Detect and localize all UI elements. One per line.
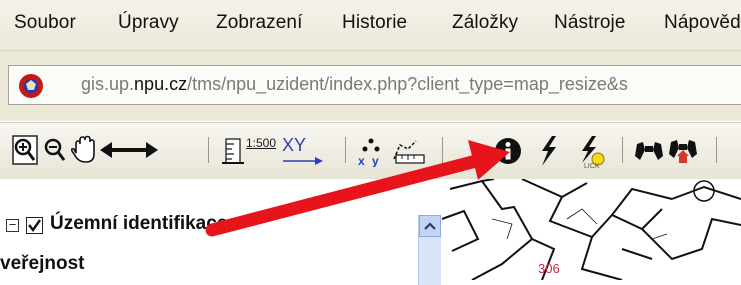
info-icon[interactable] [494, 137, 522, 165]
svg-text:LICK: LICK [584, 163, 600, 169]
scroll-up-button[interactable] [419, 215, 441, 237]
svg-text:y: y [372, 154, 379, 167]
menu-soubor[interactable]: Soubor [14, 12, 76, 34]
map-canvas[interactable]: 306 [442, 179, 741, 280]
menu-napoveda[interactable]: Nápověda [664, 12, 741, 34]
zoom-in-icon[interactable] [12, 135, 38, 165]
tree-collapse-toggle[interactable]: − [6, 218, 19, 232]
url-field[interactable]: gis.up.npu.cz/tms/npu_uzident/index.php?… [8, 65, 741, 105]
zoom-out-icon[interactable] [42, 135, 68, 165]
layer-title-continued: veřejnost [0, 253, 85, 274]
layer-title[interactable]: Územní identifikace - [50, 213, 239, 235]
binoculars-icon[interactable] [634, 138, 664, 162]
toolbar-separator [345, 137, 346, 163]
menu-zalozky[interactable]: Záložky [452, 12, 518, 34]
pan-hand-icon[interactable] [70, 135, 98, 165]
lightning-icon[interactable] [536, 135, 560, 167]
binoculars-home-icon[interactable] [668, 136, 700, 164]
measure-point-icon[interactable]: x y [356, 135, 386, 167]
chevron-up-icon [424, 222, 436, 230]
menu-upravy[interactable]: Úpravy [118, 12, 179, 34]
toolbar-separator [622, 137, 623, 163]
menu-zobrazeni[interactable]: Zobrazení [216, 12, 302, 34]
layer-list-scrollbar[interactable] [418, 215, 441, 285]
url-text: gis.up.npu.cz/tms/npu_uzident/index.php?… [81, 74, 628, 94]
content-area: − Územní identifikace - veřejnost 306 [0, 179, 741, 285]
toolbar-separator [716, 137, 717, 163]
menu-historie[interactable]: Historie [342, 12, 407, 34]
toolbar-separator [442, 137, 443, 163]
extent-arrows-icon[interactable] [100, 135, 158, 165]
scale-label[interactable]: 1:500 [246, 136, 276, 150]
lightning-link-icon[interactable]: LICK [576, 135, 606, 169]
layer-checkbox[interactable] [26, 217, 43, 234]
xy-coordinates-icon[interactable]: XY [282, 135, 306, 156]
xy-arrow-icon [283, 157, 323, 165]
checkmark-icon [28, 219, 41, 233]
address-toolbar: gis.up.npu.cz/tms/npu_uzident/index.php?… [0, 51, 741, 121]
map-toolbar: 1:500 XY x y LICK [0, 122, 741, 180]
menu-nastroje[interactable]: Nástroje [554, 12, 626, 34]
parcel-number-label: 306 [538, 261, 560, 276]
site-favicon-icon [19, 74, 43, 98]
scale-icon[interactable] [222, 135, 246, 167]
measure-distance-icon[interactable] [392, 135, 428, 167]
svg-text:x: x [358, 154, 365, 167]
toolbar-separator [208, 137, 209, 163]
menu-bar: Soubor Úpravy Zobrazení Historie Záložky… [0, 0, 741, 51]
